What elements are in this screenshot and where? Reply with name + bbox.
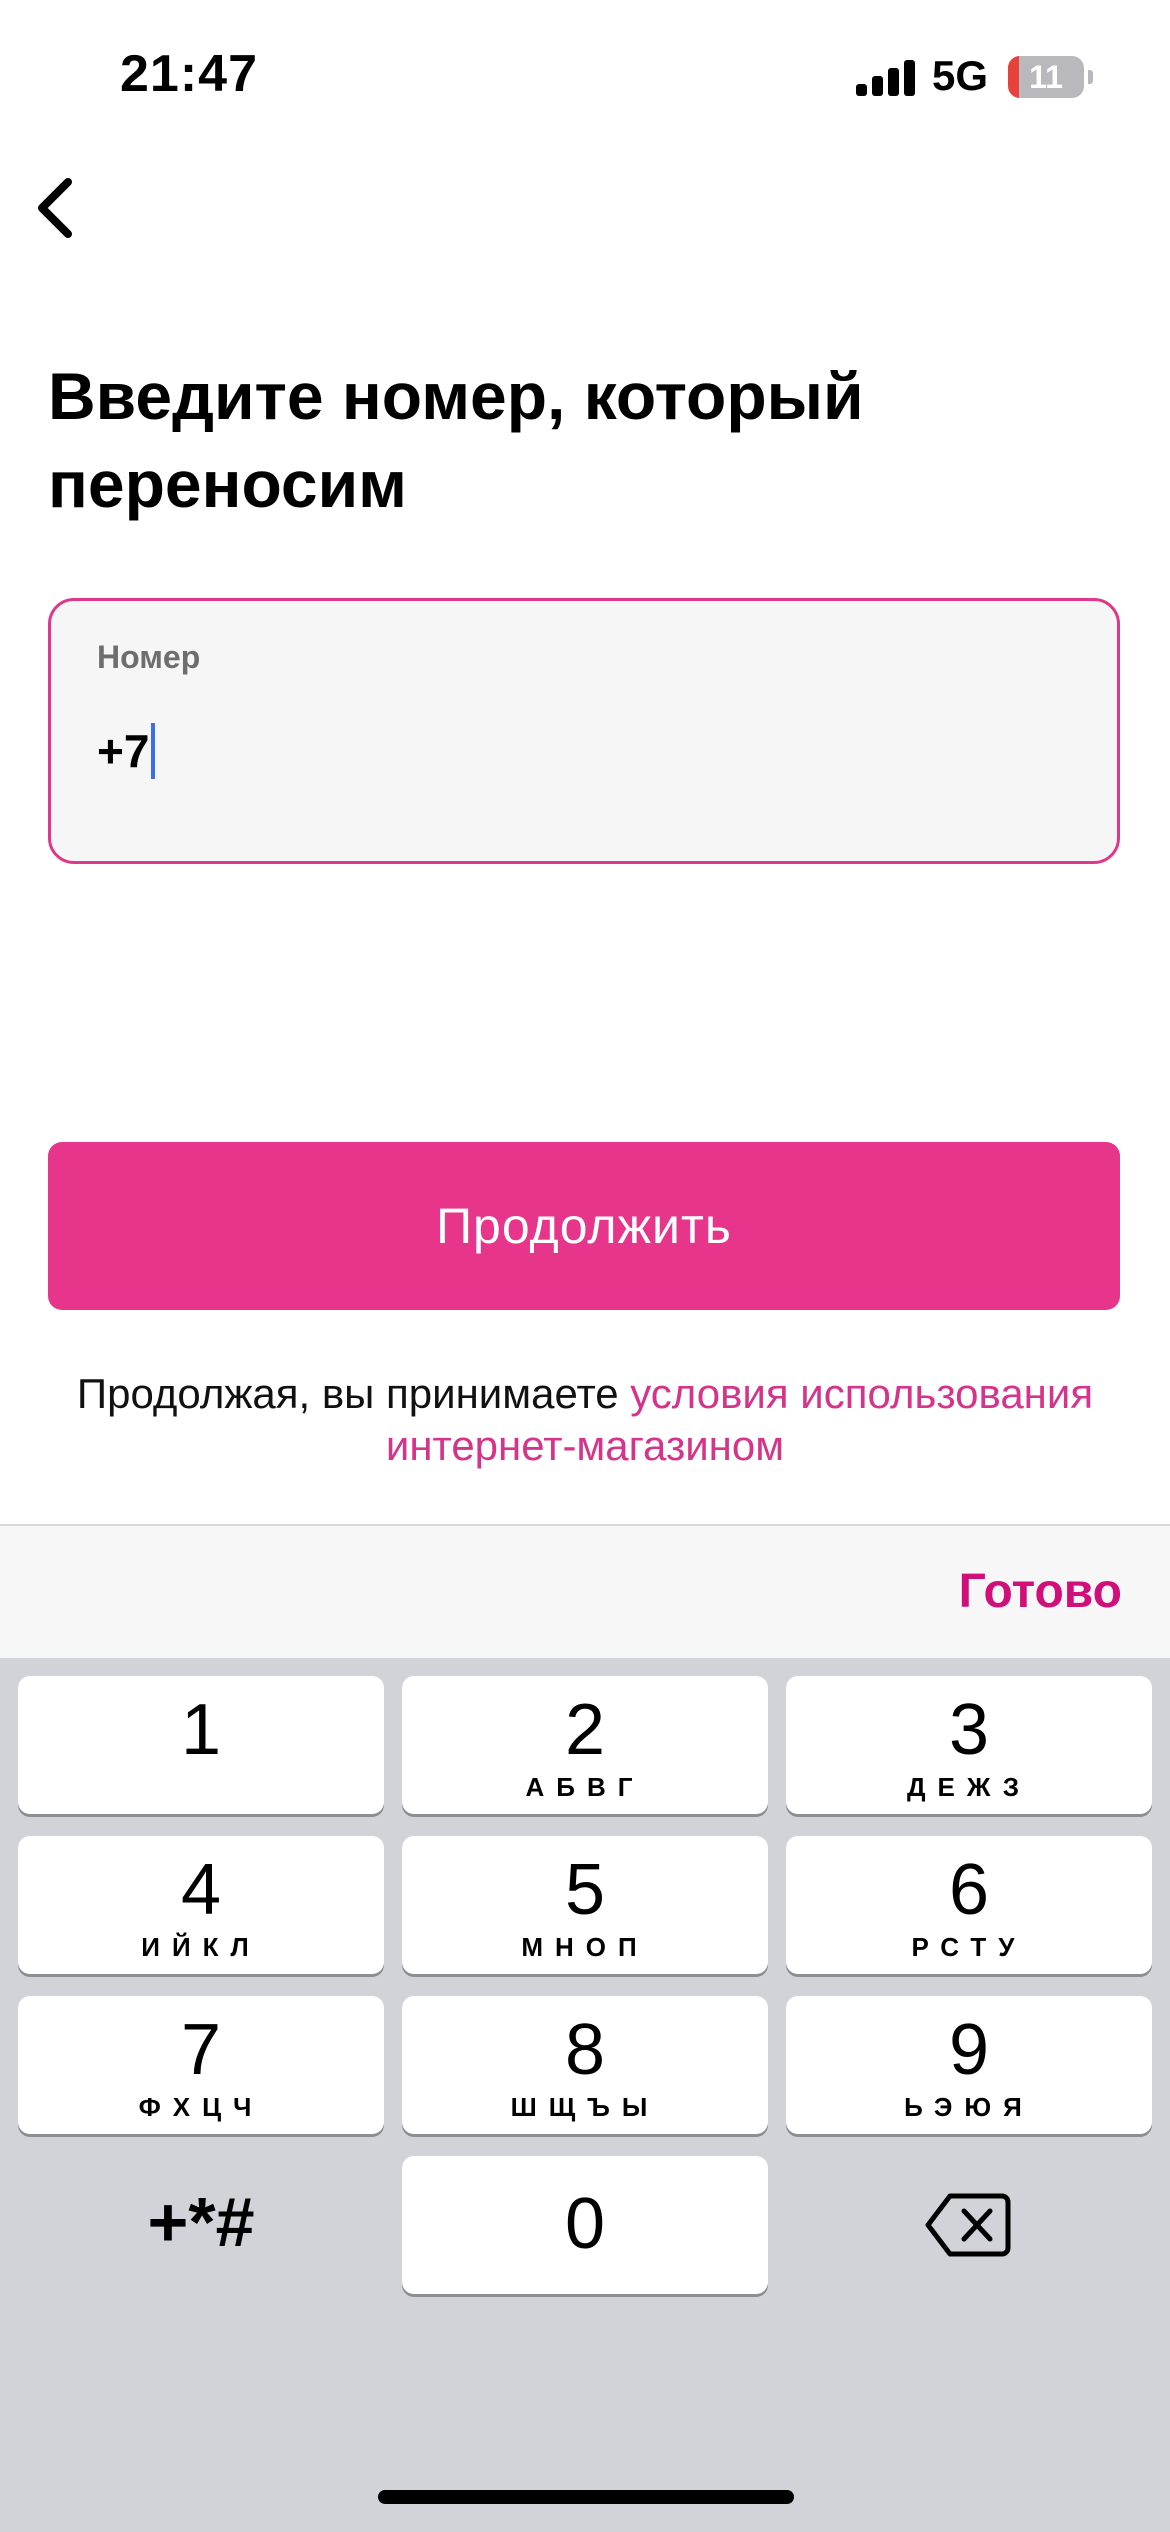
numeric-keypad: 1 2 АБВГ 3 ДЕЖЗ 4 ИЙКЛ 5 МНОП 6 РСТУ 7 Ф… [0, 1658, 1170, 2532]
symbols-label: +*# [147, 2183, 255, 2261]
key-digit: 7 [180, 2010, 222, 2090]
key-4[interactable]: 4 ИЙКЛ [18, 1836, 384, 1974]
key-0[interactable]: 0 [402, 2156, 768, 2294]
home-indicator[interactable] [378, 2490, 794, 2504]
battery-percent: 11 [1029, 59, 1063, 95]
key-2[interactable]: 2 АБВГ [402, 1676, 768, 1814]
key-letters: ЬЭЮЯ [904, 2092, 1034, 2122]
text-caret [151, 723, 156, 779]
key-5[interactable]: 5 МНОП [402, 1836, 768, 1974]
key-digit: 2 [564, 1690, 606, 1770]
key-digit: 8 [564, 2010, 606, 2090]
key-digit: 0 [564, 2184, 606, 2264]
status-time: 21:47 [120, 45, 258, 103]
back-button[interactable] [18, 168, 98, 248]
key-letters: ФХЦЧ [138, 2092, 264, 2122]
key-letters: ШЩЪЫ [510, 2092, 660, 2122]
key-digit: 9 [948, 2010, 990, 2090]
keyboard-toolbar: Готово [0, 1524, 1170, 1660]
key-letters: АБВГ [525, 1772, 645, 1802]
terms-text: Продолжая, вы принимаете условия использ… [60, 1368, 1110, 1472]
key-digit: 5 [564, 1850, 606, 1930]
network-type: 5G [932, 52, 989, 99]
phone-number-label: Номер [97, 639, 201, 675]
cellular-signal-icon [856, 60, 916, 96]
key-digit: 1 [180, 1690, 222, 1770]
phone-number-input[interactable]: +7 [97, 723, 156, 779]
symbols-key[interactable]: +*# [18, 2156, 384, 2294]
status-bar: 21:47 5G 11 [0, 0, 1170, 150]
key-letters: ДЕЖЗ [907, 1772, 1031, 1802]
key-digit: 4 [180, 1850, 222, 1930]
key-letters: ИЙКЛ [141, 1932, 261, 1962]
done-button[interactable]: Готово [959, 1564, 1122, 1619]
key-7[interactable]: 7 ФХЦЧ [18, 1996, 384, 2134]
key-8[interactable]: 8 ШЩЪЫ [402, 1996, 768, 2134]
chevron-left-icon [38, 178, 72, 238]
key-letters: МНОП [521, 1932, 649, 1962]
terms-prefix: Продолжая, вы принимаете [76, 1370, 631, 1417]
key-9[interactable]: 9 ЬЭЮЯ [786, 1996, 1152, 2134]
page-title: Введите номер, который переносим [48, 359, 864, 521]
phone-number-field[interactable]: Номер +7 [48, 598, 1120, 864]
key-3[interactable]: 3 ДЕЖЗ [786, 1676, 1152, 1814]
key-6[interactable]: 6 РСТУ [786, 1836, 1152, 1974]
key-digit: 3 [948, 1690, 990, 1770]
continue-button[interactable]: Продолжить [48, 1142, 1120, 1310]
delete-key[interactable] [786, 2156, 1152, 2294]
key-letters: РСТУ [911, 1932, 1027, 1962]
battery-icon: 11 [1008, 56, 1084, 98]
battery-cap [1088, 70, 1093, 84]
phone-number-value: +7 [97, 725, 150, 777]
key-1[interactable]: 1 [18, 1676, 384, 1814]
backspace-icon [925, 2193, 1011, 2257]
key-digit: 6 [948, 1850, 990, 1930]
